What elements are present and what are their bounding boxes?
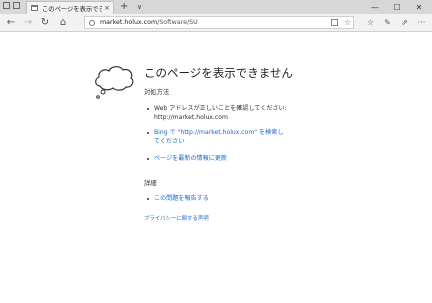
check-address-url: http://market.holux.com [154,113,228,121]
steps-list: Web アドレスが正しいことを確認してください: http://market.h… [147,105,287,122]
address-bar[interactable]: market.holux.com/Software/SU ☆ [84,16,354,29]
pen-icon[interactable]: ✎ [381,16,394,29]
info-icon[interactable] [89,19,95,26]
check-address-text: Web アドレスが正しいことを確認してください: [154,105,287,112]
details-list: この問題を報告する [147,195,209,204]
maximize-button[interactable]: ☐ [386,0,408,14]
refresh-button[interactable]: ↻ [39,16,51,29]
report-problem-link[interactable]: この問題を報告する [154,195,209,204]
steps-list-3: ページを最新の情報に更新 [146,155,227,164]
home-button[interactable]: ⌂ [57,16,69,29]
title-bar: このページを表示できません × + ∨ — ☐ ✕ [0,0,432,14]
more-icon[interactable]: ··· [415,16,428,29]
reading-view-icon[interactable] [331,19,338,26]
share-icon[interactable]: ⇗ [398,16,411,29]
address-domain: market.holux.com [100,19,158,26]
steps-list-2: Bing で "http://market.holux.com" を検索し てく… [146,129,283,147]
bing-search-link[interactable]: Bing で "http://market.holux.com" を検索し [154,129,283,138]
cloud-thought-icon [95,66,134,99]
list-item[interactable]: ページを最新の情報に更新 [146,155,227,164]
minimize-button[interactable]: — [364,0,386,14]
address-url[interactable]: market.holux.com/Software/SU [100,19,198,26]
tab-list-chevron-icon[interactable]: ∨ [137,2,142,12]
details-heading: 詳細 [144,180,157,187]
navigation-bar: ← → ↻ ⌂ market.holux.com/Software/SU ☆ ☆… [0,14,432,32]
refresh-page-link[interactable]: ページを最新の情報に更新 [154,155,227,164]
tab-close-icon[interactable]: × [104,4,110,12]
page-title: このページを表示できません [144,66,293,80]
tab-active[interactable]: このページを表示できません × [26,1,114,14]
add-favorite-icon[interactable]: ☆ [344,17,351,28]
new-tab-button[interactable]: + [120,1,128,13]
steps-heading: 対処方法 [144,89,170,96]
close-window-button[interactable]: ✕ [408,0,430,14]
tabs-aside-icon[interactable] [3,2,21,12]
forward-button[interactable]: → [22,16,34,29]
bing-search-link-cont[interactable]: てください [154,138,283,147]
page-icon [31,5,38,11]
list-item[interactable]: この問題を報告する [147,195,209,204]
privacy-statement-link[interactable]: プライバシーに関する声明 [144,214,209,222]
address-path: /Software/SU [157,19,198,26]
list-item: Web アドレスが正しいことを確認してください: http://market.h… [147,105,287,122]
list-item[interactable]: Bing で "http://market.holux.com" を検索し てく… [146,129,283,147]
back-button[interactable]: ← [5,16,17,29]
tab-title: このページを表示できません [42,5,102,13]
favorites-hub-icon[interactable]: ☆ [364,16,377,29]
